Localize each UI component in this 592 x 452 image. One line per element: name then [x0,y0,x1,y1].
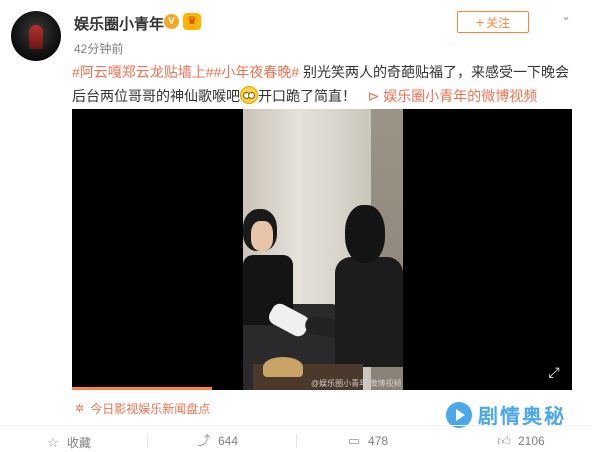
comment-count: 478 [368,434,389,448]
follow-label: 关注 [486,15,511,30]
repost-button[interactable]: ⤴ 644 [196,433,239,449]
username[interactable]: 娱乐圈小青年 [74,13,164,34]
emoji-icon [240,86,258,104]
source-label: 今日影视娱乐新闻盘点 [90,402,211,416]
follow-button[interactable]: + 关注 [457,11,529,33]
post-body-end: 开口跪了简直！ [258,88,356,104]
source-link[interactable]: ✲ 今日影视娱乐新闻盘点 [75,400,210,417]
chevron-down-icon[interactable]: ⌄ [558,9,574,25]
video-link[interactable]: 娱乐圈小青年的微博视频 [383,88,537,104]
plus-icon: + [475,14,485,30]
crown-badge-icon: ♛ [183,13,201,30]
favorite-label: 收藏 [67,436,92,450]
comment-icon: ▭ [347,433,361,448]
topic-link[interactable]: #阿云嘎郑云龙贴墙上# [72,64,214,80]
post-text: #阿云嘎郑云龙贴墙上##小年夜春晚# 别光笑两人的奇葩贴福了，来感受一下晚会后台… [72,60,582,108]
verified-badge: V [164,14,179,29]
like-button[interactable]: 👍︎ 2106 [496,433,545,449]
thumbs-up-icon: 👍︎ [497,433,511,448]
expand-icon[interactable]: ⤢ [546,364,562,380]
action-bar: ☆ 收藏 ⤴ 644 ▭ 478 👍︎ 2106 [0,425,592,452]
star-icon: ☆ [47,434,59,450]
video-player[interactable]: @娱乐圈小青年 微博视频 ⤢ [72,109,572,390]
comment-button[interactable]: ▭ 478 [346,433,389,449]
video-frame [243,109,403,390]
sparkle-icon: ✲ [75,403,85,415]
video-watermark: @娱乐圈小青年 微博视频 [311,379,402,388]
like-count: 2106 [518,434,545,448]
favorite-button[interactable]: ☆ 收藏 [45,434,91,451]
play-logo-icon [446,401,472,428]
video-progress-bar[interactable] [72,387,212,390]
post-timestamp[interactable]: 42分钟前 [74,40,123,57]
repost-icon: ⤴ [197,433,211,448]
repost-count: 644 [218,434,239,448]
topic-link[interactable]: #小年夜春晚# [214,64,300,80]
avatar[interactable] [11,11,61,61]
play-link-icon[interactable]: ⊳ [368,88,384,104]
